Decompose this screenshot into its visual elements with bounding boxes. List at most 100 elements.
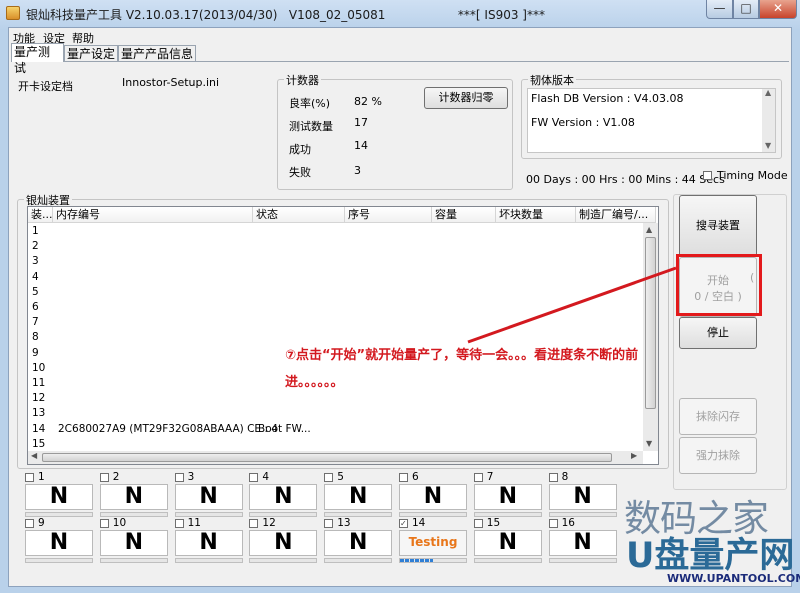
fail-value: 3 [354,164,361,177]
port-slot: 9N [25,517,97,567]
list-scroll-up-icon[interactable]: ▲ [646,225,652,234]
table-row[interactable]: 4 [28,270,642,285]
port-slot: 15 N [473,517,546,567]
row-slot-number: 10 [32,361,46,374]
slot-progress-bar [174,558,243,563]
search-device-button[interactable]: 搜寻装置 [679,195,757,257]
slot-checkbox[interactable] [25,473,34,482]
title-bar[interactable]: 银灿科技量产工具 V2.10.03.17(2013/04/30) V108_02… [0,0,800,26]
col-capacity[interactable]: 容量 [432,207,496,223]
col-status[interactable]: 状态 [253,207,345,223]
row-slot-number: 13 [32,407,46,420]
slot-checkbox[interactable] [324,473,334,482]
slot-progress-bar [473,558,542,563]
list-scroll-down-icon[interactable]: ▼ [646,439,652,448]
test-count-value: 17 [354,116,368,129]
table-row[interactable]: 3 [28,254,642,269]
row-slot-number: 15 [32,437,46,450]
col-slot[interactable]: 装... [28,207,53,223]
slot-checkbox[interactable] [249,473,259,482]
slot-checkbox[interactable] [25,519,34,528]
slot-number: 10 [112,517,127,529]
table-row[interactable]: 7 [28,315,642,330]
config-label: 开卡设定档 [18,80,73,93]
slot-checkbox[interactable] [473,473,483,482]
slot-checkbox[interactable] [473,519,483,528]
col-flash-id[interactable]: 内存编号 [53,207,253,223]
row-slot-number: 11 [32,377,46,389]
scroll-up-icon[interactable]: ▲ [765,88,771,97]
maximize-button[interactable]: □ [733,0,759,19]
slot-number: 1 [38,471,45,483]
tab-production-settings[interactable]: 量产设定 [64,45,118,61]
list-scroll-right-icon[interactable]: ▶ [631,451,637,460]
table-row[interactable]: 15 [28,437,642,452]
table-row[interactable]: 14 2C680027A9 (MT29F32G08ABAAA) CE : 4 Boo… [28,422,642,437]
fail-label: 失败 [289,166,311,179]
row-slot-number: 8 [32,331,39,344]
slot-checkbox[interactable] [99,473,109,482]
app-icon [6,6,20,20]
slot-progress-bar [399,558,467,563]
slot-checkbox[interactable]: ✓ [399,519,408,528]
slot-checkbox[interactable] [249,519,259,528]
slot-number: 12 [262,517,276,529]
slot-progress-fill [400,559,433,562]
table-row[interactable]: 5 [28,285,642,300]
table-row[interactable]: 1 [28,224,642,239]
counter-title: 计数器 [284,72,321,88]
port-slot: 8N [548,471,621,521]
slot-status: N [25,530,93,556]
slot-checkbox[interactable] [99,519,109,528]
close-button[interactable]: ✕ [759,0,797,19]
slot-number: 6 [412,471,419,483]
table-row[interactable]: 13 [28,406,642,421]
col-serial[interactable]: 序号 [345,207,432,223]
yield-value: 82 % [354,95,382,108]
config-value: Innostor-Setup.ini [122,76,220,89]
list-scroll-left-icon[interactable]: ◀ [31,451,37,460]
slot-progress-bar [25,512,93,517]
row-slot-number: 1 [32,225,39,237]
watermark-line2: U盘量产网 [626,536,795,576]
slot-checkbox[interactable] [174,519,184,528]
row-slot-number: 9 [32,346,39,359]
port-slot: ✓ 14 Testing [399,517,471,567]
slot-progress-bar [174,512,243,517]
slot-checkbox[interactable] [324,519,334,528]
list-hscrollbar[interactable]: ◀ ▶ [28,451,643,464]
menu-help[interactable]: 帮助 [72,30,94,46]
slot-status: N [99,530,168,556]
force-erase-button[interactable]: 强力抹除 [679,437,757,474]
slot-checkbox[interactable] [548,473,558,482]
port-slot: 10 N [99,517,172,567]
table-row[interactable]: 2 [28,239,642,254]
col-vendor[interactable]: 制造厂编号/... [576,207,656,223]
reset-counter-button[interactable]: 计数器归零 [424,87,508,109]
slot-checkbox[interactable] [548,519,558,528]
erase-flash-button[interactable]: 抹除闪存 [679,398,757,435]
timing-mode-checkbox[interactable] [703,171,712,180]
tab-product-info[interactable]: 量产产品信息 [118,45,196,61]
slot-number: 9 [38,517,45,529]
slot-status: N [99,484,168,510]
slot-checkbox[interactable] [174,473,184,482]
list-hscroll-thumb[interactable] [42,453,612,462]
slot-number: 16 [561,517,575,529]
counter-group: 计数器 良率(%) 82 % 测试数量 17 成功 14 失败 3 计数器归零 [277,72,513,190]
table-row[interactable]: 6 [28,300,642,315]
slot-status: N [473,484,542,510]
tab-production-test[interactable]: 量产测试 [11,43,64,75]
slot-status: N [548,530,617,556]
col-bad-blocks[interactable]: 坏块数量 [496,207,576,223]
slot-progress-bar [249,558,318,563]
minimize-button[interactable]: — [706,0,733,19]
scroll-down-icon[interactable]: ▼ [765,141,771,150]
slot-status: N [249,530,318,556]
firmware-scrollbar[interactable]: ▲ ▼ [762,88,775,152]
window-title: 银灿科技量产工具 V2.10.03.17(2013/04/30) V108_02… [26,8,545,22]
stop-button[interactable]: 停止 [679,317,757,349]
device-list[interactable]: 装... 内存编号 状态 序号 容量 坏块数量 制造厂编号/... 1 23456… [27,206,659,465]
list-vscrollbar[interactable]: ▲ ▼ [643,223,658,451]
slot-checkbox[interactable] [399,473,408,482]
